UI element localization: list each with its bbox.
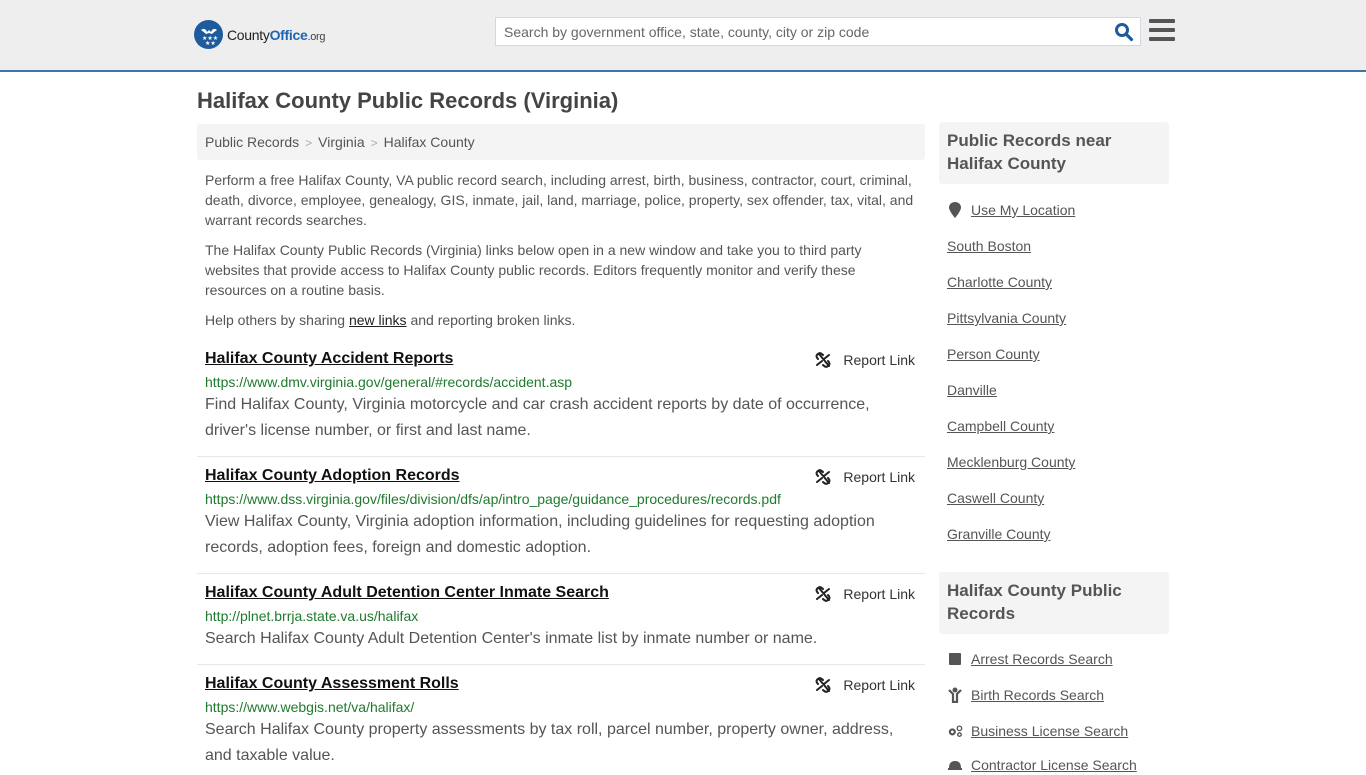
search-button[interactable] (1114, 22, 1134, 42)
record-title-link[interactable]: Halifax County Accident Reports (205, 350, 453, 368)
breadcrumb-separator: > (305, 136, 313, 150)
menu-bar (1149, 19, 1175, 23)
baby-icon (947, 687, 963, 703)
hamburger-menu-button[interactable] (1149, 19, 1175, 41)
nearby-link-campbell-county[interactable]: Campbell County (947, 418, 1054, 434)
eagle-stars-logo-icon: ★★★ ★★ (194, 20, 223, 49)
report-link-button[interactable]: Report Link (815, 352, 915, 368)
broken-link-icon (815, 586, 831, 602)
nearby-records-heading: Public Records near Halifax County (939, 122, 1169, 184)
search-input[interactable] (496, 18, 1096, 45)
search-icon (1115, 23, 1134, 42)
nearby-link-charlotte-county[interactable]: Charlotte County (947, 274, 1052, 290)
handcuffs-icon (947, 651, 963, 667)
record-url: http://plnet.brrja.state.va.us/halifax (205, 608, 419, 624)
new-links-link[interactable]: new links (349, 312, 407, 328)
breadcrumb-virginia[interactable]: Virginia (318, 134, 364, 150)
nearby-link-pittsylvania-county[interactable]: Pittsylvania County (947, 310, 1066, 326)
breadcrumb-public-records[interactable]: Public Records (205, 134, 299, 150)
record-item: Halifax County Assessment Rolls Report L… (197, 675, 925, 775)
record-item: Halifax County Adoption Records Report L… (197, 467, 925, 574)
gears-icon (947, 723, 963, 739)
intro-paragraph-2: The Halifax County Public Records (Virgi… (205, 242, 862, 298)
hard-hat-icon (947, 757, 963, 773)
record-title-link[interactable]: Halifax County Adult Detention Center In… (205, 584, 609, 602)
record-description: View Halifax County, Virginia adoption i… (205, 513, 875, 556)
nearby-link-danville[interactable]: Danville (947, 382, 997, 398)
site-logo[interactable]: ★★★ ★★ CountyOffice.org (194, 20, 326, 49)
county-records-heading: Halifax County Public Records (939, 572, 1169, 634)
breadcrumb: Public Records > Virginia > Halifax County (197, 124, 925, 160)
report-link-button[interactable]: Report Link (815, 469, 915, 485)
logo-text: CountyOffice.org (227, 26, 326, 43)
menu-bar (1149, 37, 1175, 41)
breadcrumb-separator: > (370, 136, 378, 150)
record-description: Find Halifax County, Virginia motorcycle… (205, 396, 870, 439)
business-license-search-link[interactable]: Business License Search (947, 723, 1128, 739)
record-title-link[interactable]: Halifax County Adoption Records (205, 467, 460, 485)
report-link-button[interactable]: Report Link (815, 677, 915, 693)
page-title: Halifax County Public Records (Virginia) (197, 88, 619, 113)
nearby-link-granville-county[interactable]: Granville County (947, 526, 1051, 542)
birth-records-search-link[interactable]: Birth Records Search (947, 687, 1104, 703)
nearby-link-person-county[interactable]: Person County (947, 346, 1040, 362)
contractor-license-search-link[interactable]: Contractor License Search (947, 757, 1137, 773)
broken-link-icon (815, 469, 831, 485)
record-url: https://www.dmv.virginia.gov/general/#re… (205, 374, 573, 390)
map-marker-icon (947, 202, 963, 218)
intro-paragraph-3: Help others by sharing new links and rep… (205, 312, 576, 328)
record-description: Search Halifax County property assessmen… (205, 721, 894, 764)
nearby-link-south-boston[interactable]: South Boston (947, 238, 1031, 254)
broken-link-icon (815, 352, 831, 368)
svg-text:★★: ★★ (205, 40, 216, 46)
intro-paragraph-1: Perform a free Halifax County, VA public… (205, 172, 914, 228)
record-description: Search Halifax County Adult Detention Ce… (205, 630, 818, 647)
breadcrumb-halifax-county[interactable]: Halifax County (384, 134, 475, 150)
site-header: ★★★ ★★ CountyOffice.org (0, 0, 1366, 72)
nearby-link-caswell-county[interactable]: Caswell County (947, 490, 1044, 506)
record-url: https://www.webgis.net/va/halifax/ (205, 699, 415, 715)
menu-bar (1149, 28, 1175, 32)
search-bar (495, 17, 1141, 46)
record-item: Halifax County Accident Reports Report L… (197, 350, 925, 457)
broken-link-icon (815, 677, 831, 693)
record-title-link[interactable]: Halifax County Assessment Rolls (205, 675, 459, 693)
record-item: Halifax County Adult Detention Center In… (197, 584, 925, 665)
arrest-records-search-link[interactable]: Arrest Records Search (947, 651, 1113, 667)
report-link-button[interactable]: Report Link (815, 586, 915, 602)
use-my-location-link[interactable]: Use My Location (947, 202, 1075, 218)
nearby-link-mecklenburg-county[interactable]: Mecklenburg County (947, 454, 1075, 470)
record-url: https://www.dss.virginia.gov/files/divis… (205, 491, 781, 507)
